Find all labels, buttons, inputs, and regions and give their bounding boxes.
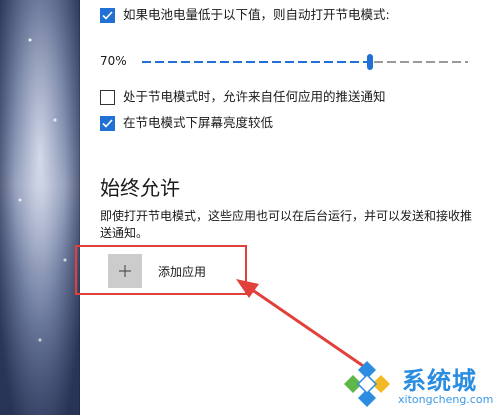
slider-thumb[interactable] [367, 54, 373, 70]
lower-brightness-setting[interactable]: 在节电模式下屏幕亮度较低 [100, 115, 273, 131]
battery-threshold-slider[interactable]: 70% [100, 52, 470, 72]
slider-remaining-track [374, 61, 468, 63]
highlight-box [75, 245, 247, 295]
always-allowed-heading: 始终允许 [100, 176, 180, 200]
slider-filled-track [142, 61, 370, 63]
allow-push-checkbox[interactable] [100, 89, 115, 105]
desktop-wallpaper [0, 0, 80, 415]
auto-battery-saver-setting[interactable]: 如果电池电量低于以下值，则自动打开节电模式: [100, 7, 390, 23]
checkmark-icon [102, 118, 113, 128]
slider-track[interactable] [142, 54, 468, 70]
lower-brightness-checkbox[interactable] [100, 115, 115, 131]
watermark-name: 系统城 [402, 367, 477, 395]
diamond-logo-icon [344, 361, 390, 407]
always-allowed-description: 即使打开节电模式，这些应用也可以在后台运行，并可以发送和接收推送通知。 [100, 209, 473, 240]
auto-battery-saver-checkbox[interactable] [100, 7, 115, 23]
allow-push-setting[interactable]: 处于节电模式时，允许来自任何应用的推送通知 [100, 89, 386, 105]
checkmark-icon [102, 10, 113, 20]
lower-brightness-label: 在节电模式下屏幕亮度较低 [123, 115, 274, 130]
watermark: 系统城 xitongcheng.com [338, 355, 498, 413]
allow-push-label: 处于节电模式时，允许来自任何应用的推送通知 [123, 89, 386, 104]
watermark-url: xitongcheng.com [398, 393, 494, 406]
battery-threshold-value: 70% [100, 54, 127, 68]
auto-battery-saver-label: 如果电池电量低于以下值，则自动打开节电模式: [123, 7, 390, 22]
